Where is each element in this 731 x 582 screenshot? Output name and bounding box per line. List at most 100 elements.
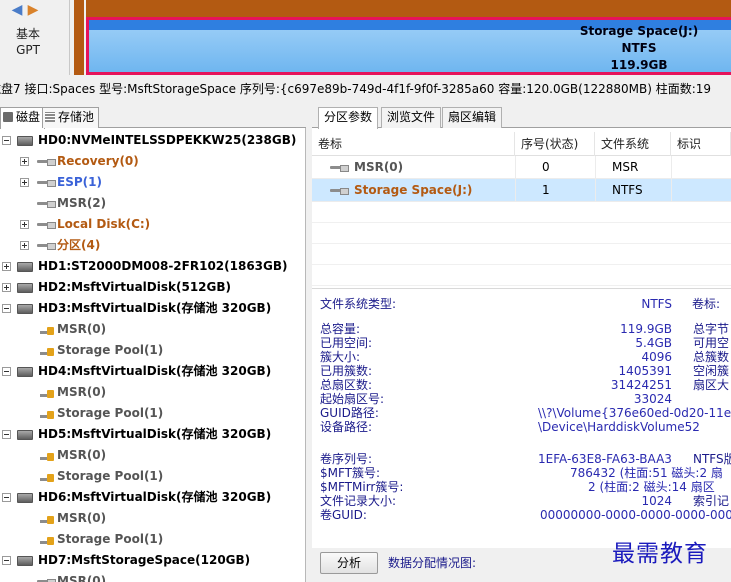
expand-icon[interactable] — [2, 262, 11, 271]
tab-sector-editor[interactable]: 扇区编辑 — [442, 107, 503, 128]
tree-partition-row[interactable]: MSR(0) — [0, 319, 306, 340]
collapse-icon[interactable] — [2, 367, 11, 376]
col-flag[interactable]: 标识 — [671, 132, 731, 156]
tab-disks[interactable]: 磁盘 — [0, 107, 46, 129]
info-value: 33024 — [633, 392, 672, 406]
storage-pool-icon — [45, 112, 55, 122]
tree-disk-row[interactable]: HD3:MsftVirtualDisk(存储池 320GB) — [0, 298, 306, 319]
tree-item-label: HD2:MsftVirtualDisk(512GB) — [38, 280, 232, 294]
locked-partition-icon — [40, 388, 54, 400]
expand-icon[interactable] — [20, 178, 29, 187]
locked-partition-icon — [40, 346, 54, 358]
tree-partition-row[interactable]: Storage Pool(1) — [0, 403, 306, 424]
empty-row — [312, 202, 731, 223]
info-value: 5.4GB — [635, 336, 672, 350]
tree-partition-row[interactable]: Storage Pool(1) — [0, 529, 306, 550]
tree-partition-row[interactable]: MSR(0) — [0, 571, 306, 582]
disk-tree: HD0:NVMeINTELSSDPEKKW25(238GB) Recovery(0… — [0, 130, 306, 582]
table-header: 卷标 序号(状态) 文件系统 标识 — [312, 132, 731, 156]
tree-partition-row[interactable]: Storage Pool(1) — [0, 466, 306, 487]
tree-item-label: Storage Pool(1) — [57, 469, 164, 483]
hard-disk-icon — [17, 136, 33, 146]
info-side-label: NTFS版 — [693, 452, 731, 466]
info-value: 786432 (柱面:51 磁头:2 扇 — [570, 466, 723, 480]
table-row[interactable]: MSR(0) 0 MSR — [312, 156, 731, 179]
tab-partition-params[interactable]: 分区参数 — [318, 107, 379, 129]
cell-filesystem: NTFS — [612, 183, 643, 197]
tree-partition-row[interactable]: Recovery(0) — [0, 151, 306, 172]
info-value: 00000000-0000-0000-0000-000 — [540, 508, 731, 522]
tree-disk-row[interactable]: HD6:MsftVirtualDisk(存储池 320GB) — [0, 487, 306, 508]
tree-disk-row[interactable]: HD0:NVMeINTELSSDPEKKW25(238GB) — [0, 130, 306, 151]
empty-row — [312, 223, 731, 244]
tree-disk-row[interactable]: HD7:MsftStorageSpace(120GB) — [0, 550, 306, 571]
tree-partition-row[interactable]: MSR(0) — [0, 508, 306, 529]
info-label: 总扇区数: — [320, 378, 373, 392]
column-divider — [515, 179, 516, 202]
expand-icon[interactable] — [20, 220, 29, 229]
hard-disk-icon — [17, 262, 33, 272]
column-divider — [515, 156, 516, 179]
info-value: 119.9GB — [620, 322, 672, 336]
hard-disk-icon — [17, 283, 33, 293]
partition-icon — [330, 188, 349, 195]
collapse-icon[interactable] — [2, 556, 11, 565]
tree-partition-row[interactable]: MSR(2) — [0, 193, 306, 214]
locked-partition-icon — [40, 514, 54, 526]
tree-partition-row[interactable]: 分区(4) — [0, 235, 306, 256]
tree-partition-row[interactable]: ESP(1) — [0, 172, 306, 193]
table-row[interactable]: Storage Space(J:) 1 NTFS — [312, 179, 731, 202]
cell-volume-label: Storage Space(J:) — [354, 183, 473, 197]
expand-icon[interactable] — [2, 283, 11, 292]
tree-disk-row[interactable]: HD4:MsftVirtualDisk(存储池 320GB) — [0, 361, 306, 382]
info-value: \\?\Volume{376e60ed-0d20-11e — [538, 406, 731, 420]
info-label: 总容量: — [320, 322, 361, 336]
tab-browse-files[interactable]: 浏览文件 — [381, 107, 442, 128]
expand-icon[interactable] — [20, 241, 29, 250]
selected-partition-block[interactable]: Storage Space(J:) NTFS 119.9GB — [86, 17, 731, 75]
system-partition-strip[interactable] — [74, 0, 84, 75]
expand-icon[interactable] — [20, 157, 29, 166]
collapse-icon[interactable] — [2, 304, 11, 313]
hard-disk-icon — [17, 556, 33, 566]
tree-disk-row[interactable]: HD5:MsftVirtualDisk(存储池 320GB) — [0, 424, 306, 445]
info-value: 1024 — [641, 494, 672, 508]
arrow-right-icon[interactable]: ▶ — [26, 2, 40, 18]
analyze-button[interactable]: 分析 — [320, 552, 378, 574]
watermark: 最需教育 — [612, 541, 708, 567]
tab-storage-pool[interactable]: 存储池 — [42, 107, 100, 128]
tree-partition-row[interactable]: Local Disk(C:) — [0, 214, 306, 235]
info-side-label: 总簇数 — [693, 350, 730, 364]
tree-partition-row[interactable]: MSR(0) — [0, 445, 306, 466]
tree-item-label: Recovery(0) — [57, 154, 139, 168]
disk-info-text: 磁盘7 接口:Spaces 型号:MsftStorageSpace 序列号:{c… — [0, 82, 712, 96]
tree-disk-row[interactable]: HD1:ST2000DM008-2FR102(1863GB) — [0, 256, 306, 277]
info-label: 簇大小: — [320, 350, 361, 364]
collapse-icon[interactable] — [2, 430, 11, 439]
info-label: $MFT簇号: — [320, 466, 381, 480]
info-side-label: 总字节 — [693, 322, 730, 336]
tree-disk-row[interactable]: HD2:MsftVirtualDisk(512GB) — [0, 277, 306, 298]
cell-filesystem: MSR — [612, 160, 639, 174]
partition-icon — [37, 180, 56, 187]
locked-partition-icon — [40, 325, 54, 337]
hard-disk-icon — [17, 430, 33, 440]
tree-partition-row[interactable]: MSR(0) — [0, 382, 306, 403]
tree-item-label: HD7:MsftStorageSpace(120GB) — [38, 553, 251, 567]
collapse-icon[interactable] — [2, 493, 11, 502]
info-label: 卷GUID: — [320, 508, 367, 522]
col-index[interactable]: 序号(状态) — [515, 132, 595, 156]
fs-type-label: 文件系统类型: — [320, 297, 397, 311]
col-filesystem[interactable]: 文件系统 — [595, 132, 671, 156]
tree-item-label: HD3:MsftVirtualDisk(存储池 320GB) — [38, 301, 272, 315]
col-volume-label[interactable]: 卷标 — [312, 132, 515, 156]
tree-item-label: HD4:MsftVirtualDisk(存储池 320GB) — [38, 364, 272, 378]
partition-icon — [37, 159, 56, 166]
empty-row — [312, 265, 731, 286]
collapse-icon[interactable] — [2, 136, 11, 145]
empty-row — [312, 244, 731, 265]
tree-partition-row[interactable]: Storage Pool(1) — [0, 340, 306, 361]
arrow-left-icon[interactable]: ◀ — [10, 2, 24, 18]
cell-index: 0 — [542, 160, 550, 174]
system-partition-band[interactable] — [86, 0, 731, 17]
